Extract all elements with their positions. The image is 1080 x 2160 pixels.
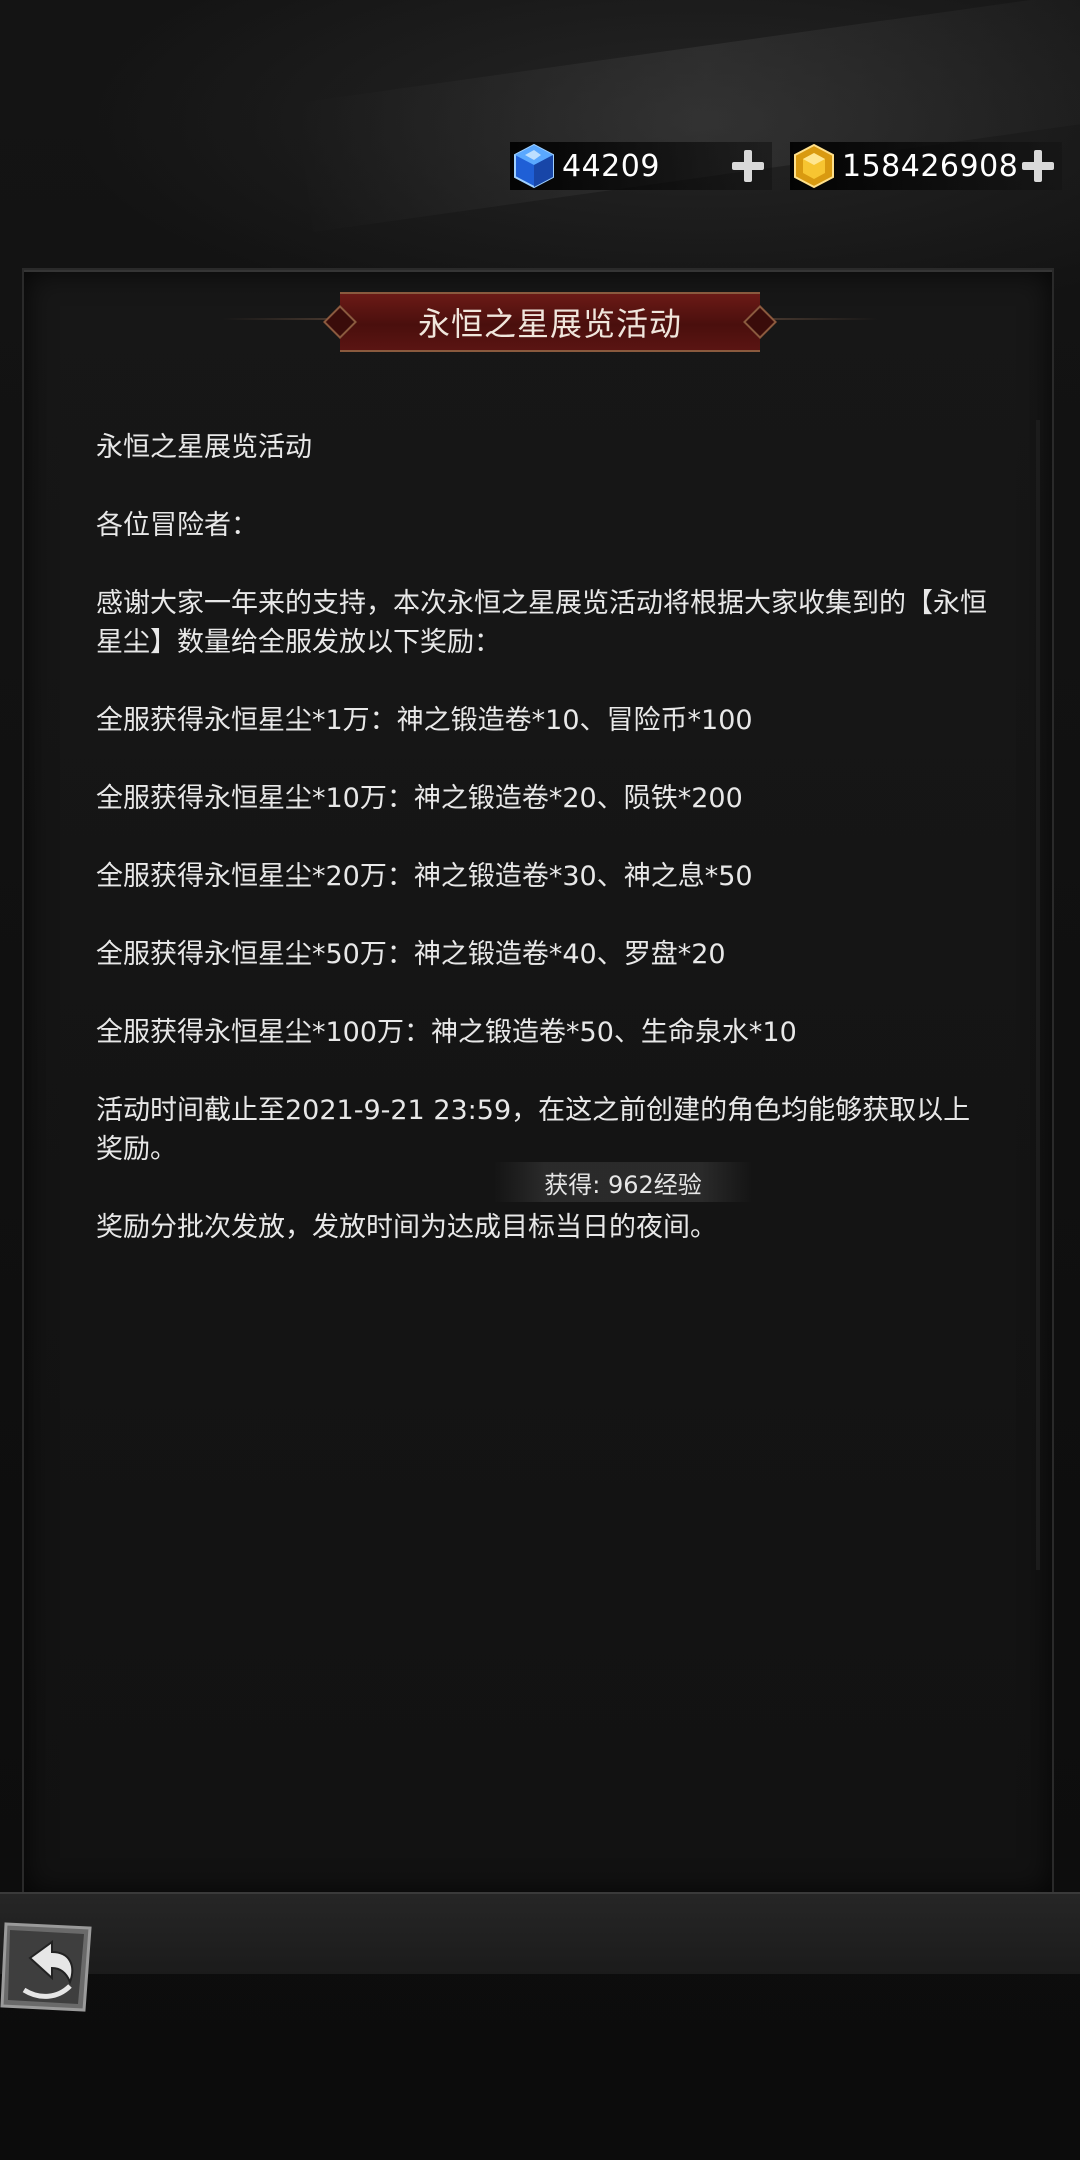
add-gold-button[interactable] <box>1020 148 1056 184</box>
gold-amount: 158426908 <box>842 148 1019 184</box>
body-intro: 感谢大家一年来的支持，本次永恒之星展览活动将根据大家收集到的【永恒星尘】数量给全… <box>96 588 987 658</box>
blue-gem-icon <box>508 140 560 192</box>
bottom-bar <box>0 1892 1080 1974</box>
reward-line: 全服获得永恒星尘*100万：神之锻造卷*50、生命泉水*10 <box>96 1017 797 1048</box>
panel-top-border <box>24 270 1052 272</box>
gem-amount: 44209 <box>562 148 660 184</box>
add-gems-button[interactable] <box>730 148 766 184</box>
reward-line: 全服获得永恒星尘*20万：神之锻造卷*30、神之息*50 <box>96 861 753 892</box>
background-streak <box>295 0 1080 232</box>
body-heading: 永恒之星展览活动 <box>96 432 312 463</box>
gold-currency-bar: 158426908 <box>790 142 1062 190</box>
title-banner: 永恒之星展览活动 <box>323 292 777 352</box>
announcement-body: 永恒之星展览活动 各位冒险者： 感谢大家一年来的支持，本次永恒之星展览活动将根据… <box>96 428 996 1286</box>
panel-title: 永恒之星展览活动 <box>417 305 682 343</box>
back-button[interactable] <box>0 1918 96 2018</box>
reward-line: 全服获得永恒星尘*1万：神之锻造卷*10、冒险币*100 <box>96 705 753 736</box>
body-deadline: 活动时间截止至2021-9-21 23:59，在这之前创建的角色均能够获取以上奖… <box>96 1095 971 1165</box>
scrollbar[interactable] <box>1036 420 1040 1570</box>
gem-currency-bar: 44209 <box>510 142 772 190</box>
game-screen: 44209 158426908 永恒之星展览活动 永恒之星展览活动 各位冒险者：… <box>0 0 1080 2160</box>
exp-gain-toast: 获得: 962经验 <box>494 1162 752 1202</box>
title-deco-right <box>760 318 878 320</box>
reward-line: 全服获得永恒星尘*50万：神之锻造卷*40、罗盘*20 <box>96 939 726 970</box>
title-deco-left <box>222 318 340 320</box>
gold-gem-icon <box>788 140 840 192</box>
reward-line: 全服获得永恒星尘*10万：神之锻造卷*20、陨铁*200 <box>96 783 743 814</box>
back-arrow-icon <box>0 1922 92 2012</box>
body-distribution-note: 奖励分批次发放，发放时间为达成目标当日的夜间。 <box>96 1212 717 1243</box>
body-greeting: 各位冒险者： <box>96 510 258 541</box>
